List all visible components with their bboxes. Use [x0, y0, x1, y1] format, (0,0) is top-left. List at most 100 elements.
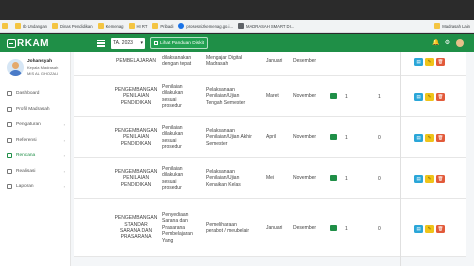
table-row: PENGEMBANGAN STANDAR SARANA DAN PRASARAN…: [74, 199, 466, 257]
start-month-cell: Maret: [266, 93, 279, 100]
delete-button[interactable]: 🗑: [436, 134, 445, 142]
bookmark-item[interactable]: Pribadi: [152, 23, 173, 29]
user-role: Kepala Madrasah: [27, 65, 59, 70]
sidebar-item-dashboard[interactable]: Dashboard: [0, 86, 70, 102]
edit-button[interactable]: ▤: [414, 224, 423, 233]
chevron-right-icon: ›: [63, 137, 65, 143]
sidebar-item-laporan[interactable]: Laporan ›: [0, 179, 70, 195]
bookmark-item[interactable]: HI RT: [128, 23, 147, 29]
pencil-button[interactable]: ✎: [425, 175, 434, 183]
avatar: [7, 59, 24, 76]
chevron-right-icon: ›: [63, 168, 65, 174]
status-badge: [330, 175, 337, 181]
sidebar-item-label: Rencana: [16, 153, 36, 159]
sidebar-item-profil-madrasah[interactable]: Profil Madrasah: [0, 102, 70, 118]
program-cell: PENGEMBANGAN STANDAR SARANA DAN PRASARAN…: [114, 215, 158, 241]
guide-button-label: Lihat Panduan Diskit: [160, 40, 204, 46]
edit-button[interactable]: ▤: [414, 93, 423, 101]
bookmark-label: Ib Undangan: [23, 23, 47, 29]
edit-button[interactable]: ▤: [414, 175, 423, 183]
app-header: RKAM TA. 2023 ▾ Lihat Panduan Diskit 🔔 ⚙: [0, 34, 474, 52]
logo-text: RKAM: [17, 37, 49, 49]
settings-icon: [7, 122, 12, 128]
table-row: PENGEMBANGAN PENILAIAN PENDIDIKAN Penilai…: [74, 117, 466, 158]
settings-icon[interactable]: ⚙: [444, 40, 451, 47]
status-badge: [330, 224, 337, 231]
bookmarks-bar: Ib Undangan Dinas Pendidikan Kemenag HI RT P…: [0, 20, 474, 33]
count-cell: 0: [378, 225, 381, 232]
bookmark-item[interactable]: MADRASAH SMART DI...: [237, 23, 295, 29]
bookmark-item[interactable]: prosesnizkemenag.go.i...: [178, 23, 233, 29]
row-actions: ▤ ✎ 🗑: [414, 175, 447, 183]
chevron-right-icon: ›: [63, 122, 65, 128]
row-actions: ▤ ✎ 🗑: [414, 93, 447, 101]
row-actions: ▤ ✎ 🗑: [414, 134, 447, 142]
table-row: PENGEMBANGAN PENILAIAN PENDIDIKAN Penilai…: [74, 76, 466, 117]
program-cell: PEMBELAJARAN: [115, 57, 156, 64]
folder-icon: [128, 23, 135, 29]
reference-icon: [7, 137, 12, 143]
pencil-button[interactable]: ✎: [425, 224, 434, 233]
bookmark-label: MADRASAH SMART DI...: [245, 23, 295, 29]
row-actions: ▤ ✎ 🗑: [414, 57, 447, 66]
count-cell: 0: [378, 176, 381, 182]
gov-icon: [178, 23, 185, 29]
bookmark-label: prosesnizkemenag.go.i...: [186, 23, 233, 29]
table-row: PEMBELAJARAN dilaksanakan dengan tepat Men…: [74, 52, 466, 76]
start-month-cell: April: [266, 134, 277, 141]
bookmark-label: Madrasah Lain: [442, 23, 470, 29]
header-icons: 🔔 ⚙: [427, 39, 464, 47]
bookmark-item[interactable]: Madrasah Lain: [434, 23, 470, 29]
description-cell: Penilaian dilakukan sesuai prosedur: [162, 165, 184, 191]
sidebar-item-rencana[interactable]: Rencana ›: [0, 148, 70, 164]
edit-button[interactable]: ▤: [414, 57, 423, 66]
user-name: Johansyah: [27, 59, 53, 64]
report-icon: [7, 184, 12, 190]
user-profile: Johansyah Kepala Madrasah MIS AL GHOZALI: [0, 52, 70, 86]
user-avatar[interactable]: [456, 39, 464, 47]
count-cell: 1: [345, 94, 348, 100]
bookmark-item[interactable]: Ib Undangan: [15, 23, 47, 29]
bookmark-item[interactable]: Dinas Pendidikan: [51, 23, 93, 29]
count-cell: 1: [345, 176, 348, 182]
chevron-down-icon: ▾: [140, 40, 143, 46]
sidebar-item-realisasi[interactable]: Realisasi ›: [0, 164, 70, 180]
start-month-cell: Mei: [266, 175, 275, 182]
app-icon: [237, 23, 244, 29]
table-row: PENGEMBANGAN PENILAIAN PENDIDIKAN Penilai…: [74, 158, 466, 199]
sidebar-item-label: Laporan: [16, 184, 34, 190]
school-icon: [7, 106, 12, 112]
sidebar: Johansyah Kepala Madrasah MIS AL GHOZALI…: [0, 52, 71, 266]
sidebar-item-referensi[interactable]: Referensi ›: [0, 133, 70, 149]
pencil-button[interactable]: ✎: [425, 134, 434, 142]
edit-button[interactable]: ▤: [414, 134, 423, 142]
end-month-cell: November: [293, 93, 317, 100]
bookmark-item[interactable]: Kemenag: [97, 23, 124, 29]
kegiatan-cell: Pelaksanaan Penilaian/Ujian Kenaikan Kel…: [206, 168, 241, 188]
app-logo[interactable]: RKAM: [7, 38, 93, 49]
status-badge: [330, 93, 337, 99]
year-select-value: TA. 2023: [113, 40, 133, 46]
description-cell: Penilaian dilakukan sesuai prosedur: [162, 124, 184, 150]
sidebar-item-label: Dashboard: [16, 91, 40, 97]
sidebar-item-label: Pengaturan: [16, 122, 41, 128]
folder-icon: [152, 23, 159, 29]
guide-button[interactable]: Lihat Panduan Diskit: [150, 37, 208, 49]
pencil-button[interactable]: ✎: [425, 57, 434, 66]
end-month-cell: November: [293, 175, 317, 182]
delete-button[interactable]: 🗑: [436, 224, 445, 233]
menu-toggle-icon[interactable]: [97, 39, 105, 47]
year-select[interactable]: TA. 2023 ▾: [111, 37, 145, 49]
pencil-button[interactable]: ✎: [425, 93, 434, 101]
delete-button[interactable]: 🗑: [436, 57, 445, 66]
bookmark-label: Kemenag: [105, 23, 124, 29]
kegiatan-cell: Pelaksanaan Penilaian/Ujian Akhir Semest…: [206, 127, 252, 147]
bell-icon[interactable]: 🔔: [432, 40, 439, 47]
delete-button[interactable]: 🗑: [436, 175, 445, 183]
folder-icon: [97, 23, 104, 29]
folder-icon: [2, 23, 8, 29]
description-cell: Penyediaan Sarana dan Prasarana Pembelaj…: [162, 212, 193, 244]
sidebar-item-pengaturan[interactable]: Pengaturan ›: [0, 117, 70, 133]
bookmark-item[interactable]: [2, 23, 10, 29]
delete-button[interactable]: 🗑: [436, 93, 445, 101]
